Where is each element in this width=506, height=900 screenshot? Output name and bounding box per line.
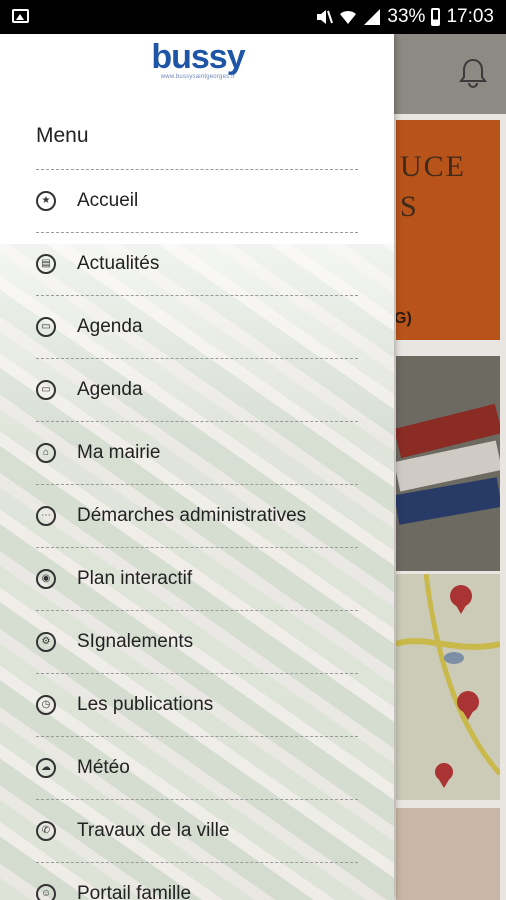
menu-item-d-marches-administratives[interactable]: ⋯ Démarches administratives: [36, 485, 358, 548]
menu-item-label: SIgnalements: [77, 631, 194, 652]
menu-item-label: Travaux de la ville: [77, 820, 230, 841]
battery-icon: [431, 8, 441, 26]
app-logo: bussy www.bussysaintgeorges.fr: [142, 40, 254, 84]
menu-title: Menu: [36, 124, 89, 147]
menu-item-label: Portail famille: [77, 883, 192, 900]
clock: 17:03: [446, 6, 494, 27]
menu-item-label: Les publications: [77, 694, 214, 715]
menu-item-travaux-de-la-ville[interactable]: ✆ Travaux de la ville: [36, 800, 358, 863]
works-icon: ✆: [36, 821, 56, 841]
family-icon: ☺: [36, 884, 56, 900]
menu-item-ma-mairie[interactable]: ⌂ Ma mairie: [36, 422, 358, 485]
menu-item-label: Plan interactif: [77, 568, 193, 589]
menu-item-m-t-o[interactable]: ☁ Météo: [36, 737, 358, 800]
menu-item-portail-famille[interactable]: ☺ Portail famille: [36, 863, 358, 900]
menu-item-agenda[interactable]: ▭ Agenda: [36, 359, 358, 422]
chat-icon: ⋯: [36, 506, 56, 526]
news-card[interactable]: UCE S G): [396, 120, 500, 340]
mute-icon: [317, 10, 334, 24]
bottom-card[interactable]: [396, 808, 500, 900]
menu-item-label: Agenda: [77, 379, 143, 400]
star-icon: ★: [36, 191, 56, 211]
menu-item-agenda[interactable]: ▭ Agenda: [36, 296, 358, 359]
menu-item-label: Démarches administratives: [77, 505, 307, 526]
menu-item-accueil[interactable]: ★ Accueil: [36, 170, 358, 233]
flag-card[interactable]: [396, 356, 500, 571]
menu-item-les-publications[interactable]: ◷ Les publications: [36, 674, 358, 737]
town-hall-icon: ⌂: [36, 443, 56, 463]
menu-list: ★ Accueil ▤ Actualités ▭ Agenda ▭ Agenda ⌂ Ma mai…: [36, 169, 358, 900]
menu-item-label: Accueil: [77, 190, 139, 211]
wifi-icon: [340, 10, 357, 24]
weather-icon: ☁: [36, 758, 56, 778]
logo-wordmark: bussy: [151, 38, 245, 76]
news-icon: ▤: [36, 254, 56, 274]
menu-item-label: Actualités: [77, 253, 160, 274]
news-card-title-line2: S: [400, 190, 417, 223]
news-card-title-line1: UCE: [400, 150, 466, 183]
battery-percent: 33%: [387, 6, 426, 27]
map-card[interactable]: [396, 574, 500, 800]
map-pin-icon: ◉: [36, 569, 56, 589]
status-right: 33% 17:03: [315, 0, 494, 34]
menu-item-signalements[interactable]: ⚙ SIgnalements: [36, 611, 358, 674]
publications-icon: ◷: [36, 695, 56, 715]
signal-icon: [364, 9, 381, 25]
calendar-icon: ▭: [36, 380, 56, 400]
image-notification-icon: [12, 9, 29, 23]
bell-icon[interactable]: [456, 56, 490, 90]
map-dollar-pin-icon: [435, 763, 453, 788]
map-home-pin-icon: [450, 585, 472, 614]
menu-item-label: Ma mairie: [77, 442, 161, 463]
news-card-caption: G): [396, 310, 412, 327]
status-bar: 33% 17:03: [0, 0, 506, 34]
calendar-icon: ▭: [36, 317, 56, 337]
menu-item-label: Météo: [77, 757, 130, 778]
menu-item-plan-interactif[interactable]: ◉ Plan interactif: [36, 548, 358, 611]
report-icon: ⚙: [36, 632, 56, 652]
navigation-drawer: bussy www.bussysaintgeorges.fr Menu ★ Acc…: [0, 34, 394, 900]
menu-item-actualit-s[interactable]: ▤ Actualités: [36, 233, 358, 296]
map-illustration: [396, 574, 500, 788]
menu-item-label: Agenda: [77, 316, 143, 337]
